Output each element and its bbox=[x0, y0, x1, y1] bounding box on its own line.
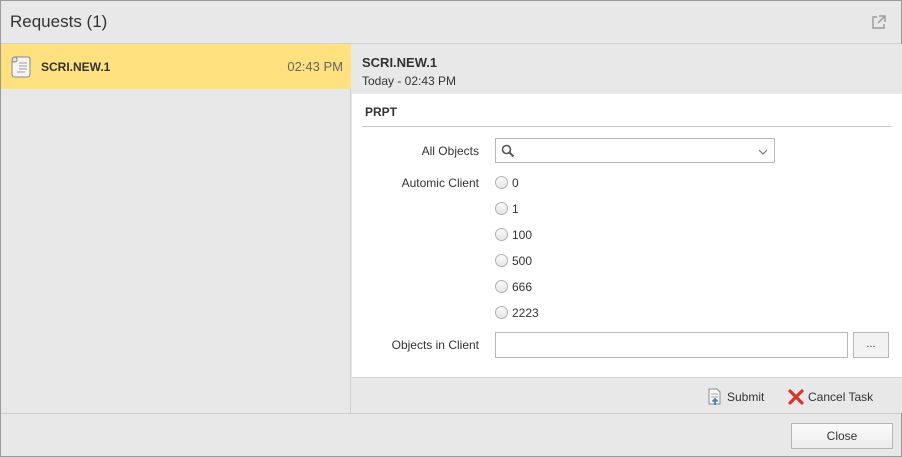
cancel-task-button[interactable]: Cancel Task bbox=[787, 388, 879, 406]
request-list: SCRI.NEW.1 02:43 PM bbox=[1, 44, 351, 413]
radio-label: 0 bbox=[512, 176, 519, 190]
popout-icon[interactable] bbox=[871, 14, 887, 30]
submit-button[interactable]: Submit bbox=[706, 388, 768, 406]
submit-document-icon bbox=[706, 388, 724, 406]
script-document-icon bbox=[9, 54, 33, 80]
objects-in-client-label: Objects in Client bbox=[391, 338, 479, 352]
request-detail-panel: SCRI.NEW.1 Today - 02:43 PM PRPT All Obj… bbox=[352, 44, 902, 413]
detail-header: SCRI.NEW.1 Today - 02:43 PM bbox=[352, 44, 902, 94]
submit-label: Submit bbox=[727, 390, 765, 404]
detail-title: SCRI.NEW.1 bbox=[362, 55, 438, 70]
chevron-down-icon[interactable] bbox=[758, 146, 768, 156]
dialog-footer: Close bbox=[1, 413, 901, 456]
radio-label: 2223 bbox=[512, 306, 539, 320]
window-title: Requests (1) bbox=[10, 12, 108, 31]
requests-window: Requests (1) SCRI.NEW.1 02:43 PM SCRI.NE… bbox=[0, 0, 902, 457]
request-name: SCRI.NEW.1 bbox=[41, 60, 111, 74]
radio-button[interactable] bbox=[495, 202, 508, 215]
request-time: 02:43 PM bbox=[287, 59, 343, 74]
all-objects-label: All Objects bbox=[421, 144, 479, 158]
automic-client-label: Automic Client bbox=[401, 176, 479, 190]
browse-button[interactable]: ... bbox=[853, 332, 889, 358]
detail-subtitle: Today - 02:43 PM bbox=[362, 74, 457, 88]
radio-button[interactable] bbox=[495, 228, 508, 241]
search-icon bbox=[501, 144, 515, 158]
detail-actions-bar: Submit Cancel Task bbox=[352, 377, 902, 413]
close-button[interactable]: Close bbox=[791, 423, 893, 449]
radio-label: 666 bbox=[512, 280, 533, 294]
request-list-item[interactable]: SCRI.NEW.1 02:43 PM bbox=[1, 44, 351, 89]
objects-in-client-input[interactable] bbox=[495, 332, 848, 358]
red-x-icon bbox=[787, 388, 805, 406]
section-divider bbox=[362, 126, 892, 127]
radio-button[interactable] bbox=[495, 254, 508, 267]
radio-button[interactable] bbox=[495, 176, 508, 189]
radio-button[interactable] bbox=[495, 280, 508, 293]
radio-label: 500 bbox=[512, 254, 533, 268]
radio-label: 100 bbox=[512, 228, 533, 242]
section-title: PRPT bbox=[365, 105, 398, 119]
all-objects-combobox[interactable] bbox=[495, 138, 775, 163]
radio-label: 1 bbox=[512, 202, 519, 216]
radio-button[interactable] bbox=[495, 306, 508, 319]
title-bar: Requests (1) bbox=[1, 1, 901, 44]
cancel-task-label: Cancel Task bbox=[808, 390, 874, 404]
